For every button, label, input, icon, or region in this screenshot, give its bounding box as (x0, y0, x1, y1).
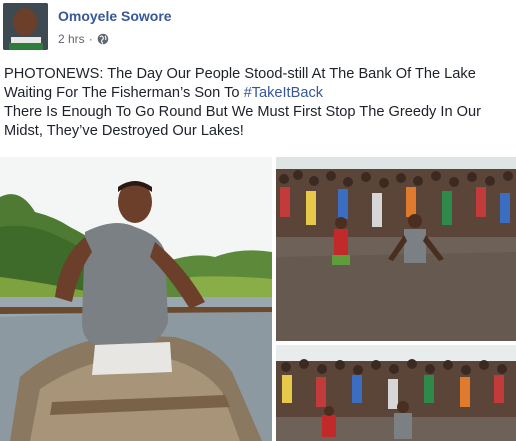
post-text-paragraph-2: There Is Enough To Go Round But We Must … (4, 104, 481, 139)
post-text-paragraph-1: PHOTONEWS: The Day Our People Stood-stil… (4, 65, 514, 103)
author-name-link[interactable]: Omoyele Sowore (58, 8, 172, 24)
globe-icon[interactable] (97, 33, 109, 45)
post-text-line-1: PHOTONEWS: The Day Our People Stood-stil… (4, 66, 476, 101)
crowd-at-lake-bank-photo[interactable] (276, 345, 516, 441)
post-meta: 2 hrs · (58, 32, 109, 46)
man-in-canoe-photo[interactable] (0, 157, 272, 441)
timestamp[interactable]: 2 hrs (58, 32, 85, 46)
meta-separator: · (88, 32, 93, 46)
crowd-and-men-in-water-photo[interactable] (276, 157, 516, 341)
post-text: PHOTONEWS: The Day Our People Stood-stil… (4, 65, 514, 141)
hashtag-link[interactable]: #TakeItBack (244, 85, 324, 101)
author-avatar[interactable] (3, 3, 48, 50)
post-header: Omoyele Sowore 2 hrs · (0, 0, 516, 58)
